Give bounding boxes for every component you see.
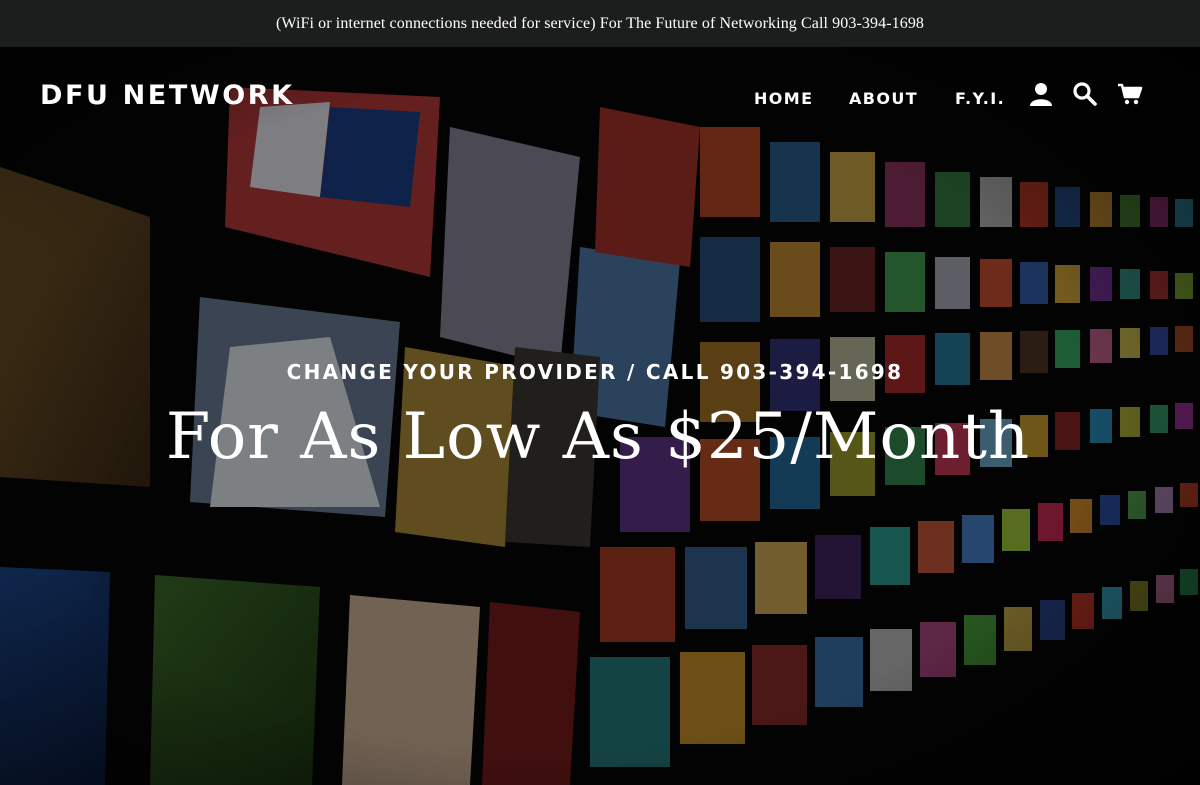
announcement-text: (WiFi or internet connections needed for… [275, 15, 925, 32]
cart-icon[interactable] [1117, 81, 1143, 107]
account-icon[interactable] [1028, 81, 1054, 107]
nav-about[interactable]: ABOUT [849, 89, 918, 108]
site-header: DFU NETWORK HOME ABOUT F.Y.I. [0, 47, 1200, 147]
site-logo[interactable]: DFU NETWORK [40, 80, 295, 111]
search-icon[interactable] [1072, 81, 1098, 107]
hero-title: For As Low As $25/Month [165, 400, 1031, 474]
page: (WiFi or internet connections needed for… [0, 0, 1200, 785]
nav-home[interactable]: HOME [754, 89, 813, 108]
announcement-bar: (WiFi or internet connections needed for… [0, 0, 1200, 47]
hero-subtitle: CHANGE YOUR PROVIDER / CALL 903-394-1698 [286, 360, 904, 384]
nav-fyi[interactable]: F.Y.I. [955, 89, 1005, 108]
